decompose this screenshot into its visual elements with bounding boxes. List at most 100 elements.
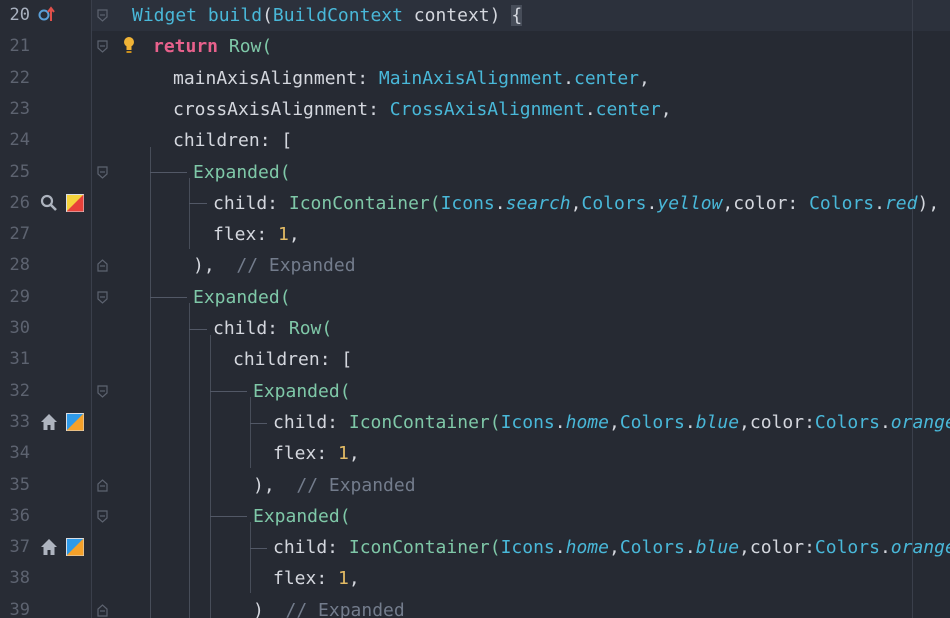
token-cls: Widget xyxy=(132,5,198,26)
fold-collapse-icon[interactable] xyxy=(97,165,108,179)
fold-end-icon[interactable] xyxy=(97,478,108,492)
line-number: 35 xyxy=(9,474,30,495)
token-plain: . xyxy=(684,537,696,559)
token-prop: blue xyxy=(695,411,740,433)
code-text[interactable]: Widget build(BuildContext context) { xyxy=(132,0,523,31)
token-num: 1 xyxy=(338,568,349,590)
fold-collapse-icon[interactable] xyxy=(97,384,108,398)
token-plain: . xyxy=(684,411,696,433)
code-line[interactable]: 35 ), // Expanded xyxy=(0,470,950,501)
line-number: 27 xyxy=(9,224,30,245)
token-cls: Icons xyxy=(440,192,495,214)
token-cls: BuildContext xyxy=(272,5,403,26)
code-line[interactable]: 21 return Row( xyxy=(0,31,950,62)
token-exp: IconContainer( xyxy=(288,192,441,214)
color-swatch-yellow-red-icon[interactable] xyxy=(66,193,84,212)
code-line[interactable]: 33 child: IconContainer(Icons.home,Colors… xyxy=(0,407,950,438)
token-plain: , xyxy=(660,98,672,120)
line-number: 29 xyxy=(9,286,30,307)
code-text[interactable]: child: Row( xyxy=(213,313,332,344)
fold-collapse-icon[interactable] xyxy=(97,291,108,304)
token-plain: , xyxy=(639,67,650,89)
code-text[interactable]: child: IconContainer(Icons.search,Colors… xyxy=(213,188,939,219)
code-text[interactable]: children: [ xyxy=(233,344,352,375)
code-text[interactable]: return Row( xyxy=(153,31,272,62)
token-prop: red xyxy=(884,192,918,214)
code-text[interactable]: Expanded( xyxy=(193,157,291,188)
code-text[interactable]: mainAxisAlignment: MainAxisAlignment.cen… xyxy=(173,63,650,94)
token-plain: child: xyxy=(273,537,349,559)
code-line[interactable]: 28 ), // Expanded xyxy=(0,250,950,281)
fold-collapse-icon[interactable] xyxy=(97,510,108,523)
code-line[interactable]: 31 children: [ xyxy=(0,344,950,375)
code-editor[interactable]: 20 Widget build(BuildContext context) {21… xyxy=(0,0,950,618)
code-text[interactable]: Expanded( xyxy=(253,501,351,532)
token-plain: , xyxy=(348,443,360,465)
code-line[interactable]: 39) // Expanded xyxy=(0,595,950,618)
code-text[interactable]: Expanded( xyxy=(253,376,351,407)
fold-collapse-icon[interactable] xyxy=(97,9,108,22)
fold-collapse-icon[interactable] xyxy=(97,40,108,54)
code-text[interactable]: crossAxisAlignment: CrossAxisAlignment.c… xyxy=(173,94,672,125)
code-text[interactable]: Expanded( xyxy=(193,282,291,313)
code-line[interactable]: 26 child: IconContainer(Icons.search,Colo… xyxy=(0,188,950,219)
override-method-icon[interactable] xyxy=(38,6,56,24)
token-exp: Expanded( xyxy=(253,380,351,402)
token-plain: children: [ xyxy=(173,130,293,152)
fold-end-icon[interactable] xyxy=(97,603,108,617)
home-icon[interactable] xyxy=(40,413,58,431)
token-cls: Colors xyxy=(619,411,685,433)
line-number: 38 xyxy=(9,568,30,589)
code-text[interactable]: flex: 1, xyxy=(273,563,360,594)
code-text[interactable]: flex: 1, xyxy=(213,219,300,250)
token-num: 1 xyxy=(338,443,349,465)
code-line[interactable]: 32 Expanded( xyxy=(0,376,950,407)
token-exp: Expanded( xyxy=(253,505,351,527)
code-line[interactable]: 24 children: [ xyxy=(0,125,950,156)
token-exp: Row( xyxy=(228,36,273,58)
code-line[interactable]: 37 child: IconContainer(Icons.home,Colors… xyxy=(0,532,950,563)
code-text[interactable]: ) // Expanded xyxy=(253,595,405,618)
color-swatch-blue-orange-icon[interactable] xyxy=(66,412,84,431)
token-plain: crossAxisAlignment: xyxy=(173,98,390,120)
token-exp: Expanded( xyxy=(193,286,291,308)
token-kw: return xyxy=(153,36,219,58)
token-plain: context) xyxy=(402,5,512,26)
code-text[interactable]: flex: 1, xyxy=(273,438,360,469)
code-line[interactable]: 30 child: Row( xyxy=(0,313,950,344)
code-line[interactable]: 38 flex: 1, xyxy=(0,563,950,594)
code-line[interactable]: 20 Widget build(BuildContext context) { xyxy=(0,0,950,31)
code-line[interactable]: 29 Expanded( xyxy=(0,282,950,313)
code-line[interactable]: 34 flex: 1, xyxy=(0,438,950,469)
code-text[interactable]: children: [ xyxy=(173,125,292,156)
code-line[interactable]: 22 mainAxisAlignment: MainAxisAlignment.c… xyxy=(0,63,950,94)
line-number: 37 xyxy=(9,537,30,558)
code-text[interactable]: ), // Expanded xyxy=(253,470,416,501)
code-line[interactable]: 27 flex: 1, xyxy=(0,219,950,250)
line-number: 32 xyxy=(9,380,30,401)
token-plain: . xyxy=(879,537,891,559)
token-plain: , xyxy=(608,537,620,559)
token-cls: Colors xyxy=(809,192,875,214)
code-line[interactable]: 23 crossAxisAlignment: CrossAxisAlignment… xyxy=(0,94,950,125)
token-mem: center xyxy=(595,98,661,120)
code-text[interactable]: child: IconContainer(Icons.home,Colors.b… xyxy=(273,407,950,438)
token-plain: flex: xyxy=(213,224,279,246)
line-number: 30 xyxy=(9,318,30,338)
color-swatch-blue-orange-icon[interactable] xyxy=(66,538,84,557)
token-prop: blue xyxy=(695,537,740,559)
code-line[interactable]: 25 Expanded( xyxy=(0,157,950,188)
home-icon[interactable] xyxy=(40,538,58,556)
search-icon[interactable] xyxy=(40,194,58,212)
code-line[interactable]: 36 Expanded( xyxy=(0,501,950,532)
line-number: 28 xyxy=(9,255,30,276)
token-cm: // Expanded xyxy=(285,599,405,618)
token-cls: Icons xyxy=(500,537,555,559)
code-text[interactable]: child: IconContainer(Icons.home,Colors.b… xyxy=(273,532,950,563)
fold-end-icon[interactable] xyxy=(97,259,108,272)
lightbulb-intention-icon[interactable] xyxy=(120,37,138,55)
line-number: 24 xyxy=(9,130,30,151)
code-text[interactable]: ), // Expanded xyxy=(193,250,356,281)
token-plain: mainAxisAlignment: xyxy=(173,67,379,89)
token-plain: ,color: xyxy=(739,411,815,433)
